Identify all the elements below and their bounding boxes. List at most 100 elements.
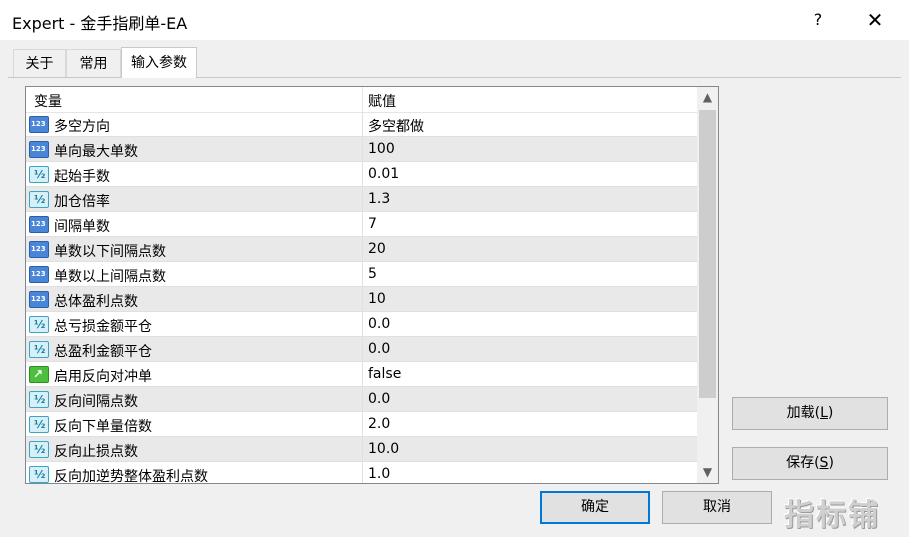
parameter-value[interactable]: 1.0 [368, 466, 390, 482]
column-header-value[interactable]: 赋值 [368, 91, 396, 111]
parameter-name: 总亏损金额平仓 [54, 319, 152, 335]
parameter-row[interactable]: 起始手数 0.01 [26, 162, 697, 187]
column-separator [362, 187, 363, 212]
parameter-value[interactable]: 0.01 [368, 166, 399, 182]
ok-button[interactable]: 确定 [540, 491, 650, 524]
double-type-icon [29, 341, 49, 358]
load-button-suffix: ) [827, 405, 834, 421]
parameter-value[interactable]: 2.0 [368, 416, 390, 432]
parameter-name: 反向间隔点数 [54, 394, 138, 410]
tab-common[interactable]: 常用 [66, 49, 121, 77]
parameter-name: 反向下单量倍数 [54, 419, 152, 435]
parameter-row[interactable]: 单数以下间隔点数 20 [26, 237, 697, 262]
tab-about[interactable]: 关于 [13, 49, 66, 77]
column-separator [362, 437, 363, 462]
parameter-value[interactable]: false [368, 366, 401, 382]
double-type-icon [29, 316, 49, 333]
scroll-up-arrow-icon[interactable]: ▲ [697, 87, 718, 108]
double-type-icon [29, 191, 49, 208]
column-separator [362, 237, 363, 262]
watermark-logo: 指标铺 [784, 498, 880, 533]
column-separator [362, 337, 363, 362]
scrollbar-thumb[interactable] [699, 110, 716, 398]
parameter-name: 间隔单数 [54, 219, 110, 235]
save-button[interactable]: 保存(S) [732, 447, 888, 480]
parameter-row[interactable]: 反向间隔点数 0.0 [26, 387, 697, 412]
load-button[interactable]: 加载(L) [732, 397, 888, 430]
column-separator [362, 462, 363, 483]
parameter-name: 反向加逆势整体盈利点数 [54, 469, 208, 484]
load-button-accelerator: L [820, 405, 828, 421]
parameter-value[interactable]: 0.0 [368, 391, 390, 407]
load-button-label: 加载( [786, 405, 821, 421]
column-separator [362, 137, 363, 162]
integer-type-icon [29, 216, 49, 233]
parameter-name: 总盈利金额平仓 [54, 344, 152, 360]
column-separator [362, 287, 363, 312]
boolean-type-icon [29, 366, 49, 383]
save-button-label: 保存( [786, 455, 820, 471]
column-separator [362, 212, 363, 237]
parameter-name: 总体盈利点数 [54, 294, 138, 310]
parameter-name: 单向最大单数 [54, 144, 138, 160]
parameter-row[interactable]: 间隔单数 7 [26, 212, 697, 237]
column-separator [362, 312, 363, 337]
window-title: Expert - 金手指刷单-EA [12, 14, 188, 33]
column-separator [362, 162, 363, 187]
integer-type-icon [29, 291, 49, 308]
parameter-name: 单数以下间隔点数 [54, 244, 166, 260]
parameter-value[interactable]: 10 [368, 291, 386, 307]
parameter-value[interactable]: 1.3 [368, 191, 390, 207]
parameter-row[interactable]: 总盈利金额平仓 0.0 [26, 337, 697, 362]
parameter-row[interactable]: 单数以上间隔点数 5 [26, 262, 697, 287]
parameter-row[interactable]: 总体盈利点数 10 [26, 287, 697, 312]
cancel-button[interactable]: 取消 [662, 491, 772, 524]
parameter-row[interactable]: 单向最大单数 100 [26, 137, 697, 162]
parameter-name: 加仓倍率 [54, 194, 110, 210]
column-separator [362, 112, 363, 137]
column-separator[interactable] [362, 87, 363, 112]
column-separator [362, 387, 363, 412]
parameter-value[interactable]: 0.0 [368, 341, 390, 357]
double-type-icon [29, 391, 49, 408]
parameters-grid[interactable]: 变量 赋值 多空方向 多空都做单向最大单数 100 起始手数 0.01 加仓倍率 1.3 间隔… [25, 86, 719, 484]
column-separator [362, 412, 363, 437]
parameter-row[interactable]: 总亏损金额平仓 0.0 [26, 312, 697, 337]
column-separator [362, 262, 363, 287]
vertical-scrollbar[interactable]: ▲ ▼ [697, 87, 718, 483]
save-button-suffix: ) [828, 455, 834, 471]
column-header-variable[interactable]: 变量 [34, 91, 62, 111]
integer-type-icon [29, 116, 49, 133]
close-button[interactable]: ✕ [862, 8, 888, 32]
grid-header: 变量 赋值 [26, 87, 697, 113]
parameter-value[interactable]: 7 [368, 216, 377, 232]
integer-type-icon [29, 141, 49, 158]
parameter-row[interactable]: 多空方向 多空都做 [26, 112, 697, 137]
column-separator [362, 362, 363, 387]
parameter-row[interactable]: 反向止损点数 10.0 [26, 437, 697, 462]
integer-type-icon [29, 266, 49, 283]
double-type-icon [29, 441, 49, 458]
parameter-name: 启用反向对冲单 [54, 369, 152, 385]
parameter-name: 反向止损点数 [54, 444, 138, 460]
parameter-row[interactable]: 启用反向对冲单 false [26, 362, 697, 387]
scroll-down-arrow-icon[interactable]: ▼ [697, 462, 718, 483]
parameter-row[interactable]: 反向加逆势整体盈利点数 1.0 [26, 462, 697, 484]
parameter-row[interactable]: 加仓倍率 1.3 [26, 187, 697, 212]
parameter-value[interactable]: 10.0 [368, 441, 399, 457]
double-type-icon [29, 166, 49, 183]
tab-input-parameters[interactable]: 输入参数 [121, 47, 197, 78]
parameter-row[interactable]: 反向下单量倍数 2.0 [26, 412, 697, 437]
title-bar: Expert - 金手指刷单-EA ? ✕ [0, 0, 909, 40]
parameter-name: 多空方向 [54, 119, 110, 135]
parameter-value[interactable]: 多空都做 [368, 116, 424, 136]
grid-rows: 多空方向 多空都做单向最大单数 100 起始手数 0.01 加仓倍率 1.3 间隔单数 7 单数以… [26, 112, 697, 484]
parameter-value[interactable]: 5 [368, 266, 377, 282]
help-button[interactable]: ? [806, 8, 830, 32]
parameter-value[interactable]: 20 [368, 241, 386, 257]
double-type-icon [29, 466, 49, 483]
parameter-value[interactable]: 100 [368, 141, 395, 157]
double-type-icon [29, 416, 49, 433]
parameter-name: 单数以上间隔点数 [54, 269, 166, 285]
parameter-value[interactable]: 0.0 [368, 316, 390, 332]
